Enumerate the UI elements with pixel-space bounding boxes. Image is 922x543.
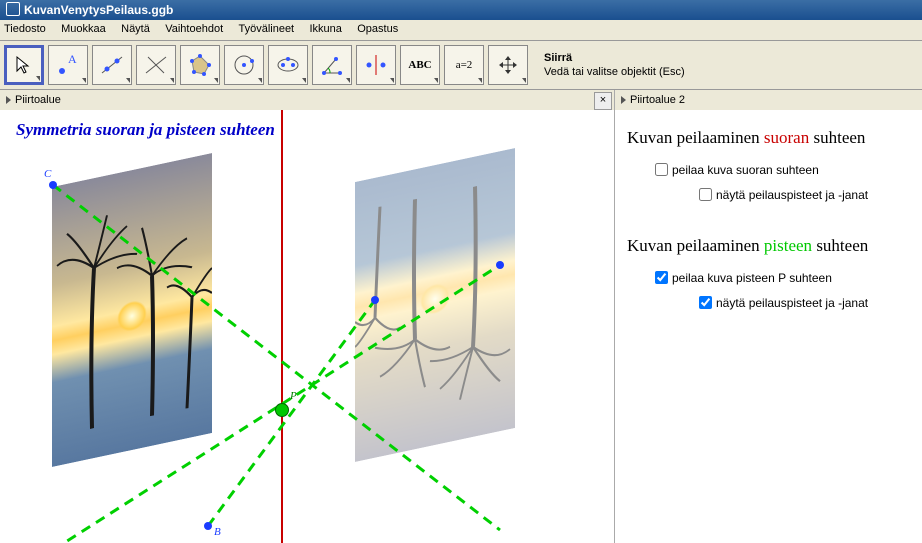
- circle-icon: [230, 51, 258, 79]
- graphics-canvas-2[interactable]: Kuvan peilaaminen suoran suhteen peilaa …: [615, 110, 922, 543]
- toolbar: A ABC a=2 SiirräVedä tai valitse objekti…: [0, 41, 922, 90]
- pane1-close-button[interactable]: ×: [594, 92, 612, 110]
- tool-reflect[interactable]: [356, 45, 396, 85]
- window-title: KuvanVenytysPeilaus.ggb: [24, 3, 173, 17]
- menu-nayta[interactable]: Näytä: [121, 23, 150, 35]
- palm-icon: [52, 153, 212, 467]
- label-P: P: [290, 390, 297, 402]
- menu-tiedosto[interactable]: Tiedosto: [4, 23, 46, 35]
- expand-icon[interactable]: [6, 96, 11, 104]
- polygon-icon: [186, 51, 214, 79]
- reflect-icon: [362, 51, 390, 79]
- label-B: B: [214, 526, 221, 538]
- checkbox-line-show[interactable]: näytä peilauspisteet ja -janat: [695, 183, 922, 202]
- tool-slider[interactable]: a=2: [444, 45, 484, 85]
- tool-perp[interactable]: [136, 45, 176, 85]
- menu-bar: Tiedosto Muokkaa Näytä Vaihtoehdot Työvä…: [0, 20, 922, 41]
- ellipse-icon: [274, 51, 302, 79]
- label-C: C: [44, 168, 51, 180]
- checkbox-point-show[interactable]: näytä peilauspisteet ja -janat: [695, 291, 922, 310]
- tool-move[interactable]: [4, 45, 44, 85]
- image-mirrored[interactable]: [355, 148, 515, 462]
- menu-tyovalineet[interactable]: Työvälineet: [238, 23, 294, 35]
- tool-angle[interactable]: [312, 45, 352, 85]
- cursor-icon: [14, 55, 34, 75]
- tool-info-title: Siirrä: [544, 51, 685, 65]
- point-B[interactable]: [204, 522, 212, 530]
- menu-vaihtoehdot[interactable]: Vaihtoehdot: [165, 23, 223, 35]
- point-P[interactable]: [275, 403, 289, 417]
- menu-ikkuna[interactable]: Ikkuna: [309, 23, 341, 35]
- move-view-icon: [497, 54, 519, 76]
- pane2-header: Piirtoalue 2: [615, 90, 922, 111]
- mirror-line[interactable]: [281, 110, 283, 543]
- text-icon: ABC: [408, 59, 431, 71]
- graphics-pane-1: Piirtoalue × Symmetria suoran ja pisteen …: [0, 90, 615, 543]
- checkbox-point-mirror[interactable]: peilaa kuva pisteen P suhteen: [651, 266, 922, 285]
- point-icon: A: [54, 51, 82, 79]
- line-icon: [98, 51, 126, 79]
- menu-muokkaa[interactable]: Muokkaa: [61, 23, 106, 35]
- expand-icon[interactable]: [621, 96, 626, 104]
- section-point-mirror: Kuvan peilaaminen pisteen suhteen: [627, 236, 910, 256]
- tool-circle[interactable]: [224, 45, 264, 85]
- tool-polygon[interactable]: [180, 45, 220, 85]
- tool-ellipse[interactable]: [268, 45, 308, 85]
- pane2-title: Piirtoalue 2: [630, 94, 685, 106]
- construction-title: Symmetria suoran ja pisteen suhteen: [16, 120, 275, 140]
- svg-text:A: A: [68, 52, 77, 66]
- window-titlebar: KuvanVenytysPeilaus.ggb: [0, 0, 922, 20]
- tool-moveview[interactable]: [488, 45, 528, 85]
- slider-icon: a=2: [456, 59, 473, 71]
- graphics-canvas-1[interactable]: Symmetria suoran ja pisteen suhteen: [0, 110, 614, 543]
- tool-info: SiirräVedä tai valitse objektit (Esc): [544, 51, 685, 79]
- menu-opastus[interactable]: Opastus: [357, 23, 398, 35]
- perpline-icon: [142, 51, 170, 79]
- tool-line[interactable]: [92, 45, 132, 85]
- pane1-header: Piirtoalue ×: [0, 90, 614, 111]
- checkbox-line-mirror[interactable]: peilaa kuva suoran suhteen: [651, 158, 922, 177]
- point-C[interactable]: [49, 181, 57, 189]
- palm-icon: [355, 148, 515, 462]
- graphics-pane-2: Piirtoalue 2 Kuvan peilaaminen suoran su…: [615, 90, 922, 543]
- pane1-title: Piirtoalue: [15, 94, 61, 106]
- angle-icon: [318, 51, 346, 79]
- point-tr[interactable]: [496, 261, 504, 269]
- tool-info-hint: Vedä tai valitse objektit (Esc): [544, 66, 685, 78]
- tool-text[interactable]: ABC: [400, 45, 440, 85]
- section-line-mirror: Kuvan peilaaminen suoran suhteen: [627, 128, 910, 148]
- image-original[interactable]: [52, 153, 212, 467]
- tool-point[interactable]: A: [48, 45, 88, 85]
- point-tm[interactable]: [371, 296, 379, 304]
- app-icon: [6, 2, 20, 16]
